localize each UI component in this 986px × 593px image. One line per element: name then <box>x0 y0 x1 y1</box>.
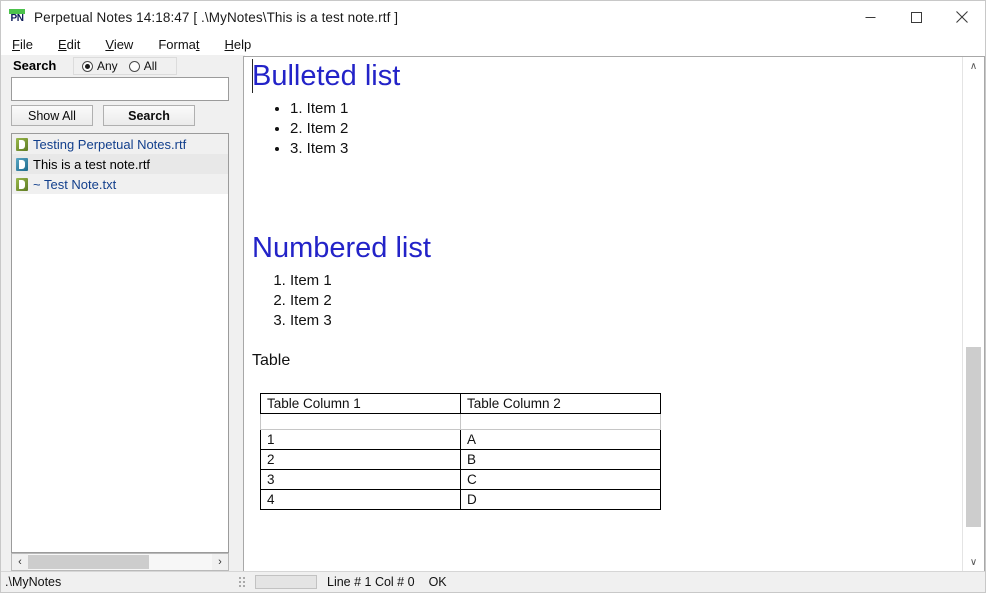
menu-item-help[interactable]: Help <box>225 37 252 52</box>
search-button[interactable]: Search <box>103 105 195 126</box>
table-cell: B <box>460 449 661 470</box>
menu-item-format[interactable]: Format <box>158 37 199 52</box>
file-list[interactable]: Testing Perpetual Notes.rtf This is a te… <box>11 133 229 553</box>
search-scope-group: Any All <box>73 57 177 75</box>
list-item: Item 2 <box>290 291 952 311</box>
scroll-left-icon[interactable]: ‹ <box>12 554 28 570</box>
application-window: PN Perpetual Notes 14:18:47 [ .\MyNotes\… <box>0 0 986 593</box>
status-line-col: Line # 1 Col # 0 <box>327 575 415 589</box>
note-editor-content[interactable]: Bulleted list 1. Item 1 2. Item 2 3. Ite… <box>244 57 962 571</box>
minimize-icon[interactable] <box>847 1 893 33</box>
table-header-row: Table Column 1 Table Column 2 <box>260 393 661 414</box>
list-item: Item 1 <box>290 271 952 291</box>
scroll-up-icon[interactable]: ∧ <box>963 57 984 75</box>
search-input[interactable] <box>11 77 229 101</box>
txt-document-icon <box>16 177 28 191</box>
table-cell <box>460 413 661 430</box>
status-state: OK <box>428 575 447 589</box>
note-editor[interactable]: Bulleted list 1. Item 1 2. Item 2 3. Ite… <box>243 56 985 572</box>
maximize-icon[interactable] <box>893 1 939 33</box>
list-item[interactable]: Testing Perpetual Notes.rtf <box>12 134 228 154</box>
title-bar: PN Perpetual Notes 14:18:47 [ .\MyNotes\… <box>1 1 985 33</box>
status-bar: .\MyNotes Line # 1 Col # 0 OK <box>1 571 985 592</box>
status-path: .\MyNotes <box>5 575 62 589</box>
window-title: Perpetual Notes 14:18:47 [ .\MyNotes\Thi… <box>34 9 399 25</box>
table-row: 3 C <box>260 469 661 490</box>
list-item-label: ~ Test Note.txt <box>33 176 117 192</box>
table-header-cell: Table Column 1 <box>260 393 461 414</box>
rtf-document-icon <box>16 137 28 151</box>
file-list-horizontal-scrollbar[interactable]: ‹ › <box>11 553 229 571</box>
scroll-down-icon[interactable]: ∨ <box>963 553 984 571</box>
radio-any-label: Any <box>97 59 118 73</box>
table-row: 4 D <box>260 489 661 510</box>
heading-bulleted-list: Bulleted list <box>252 60 401 92</box>
menu-item-file[interactable]: File <box>12 37 33 52</box>
label-table: Table <box>252 352 291 369</box>
search-label: Search <box>13 58 57 73</box>
radio-any-icon <box>82 60 93 72</box>
table-row: 1 A <box>260 429 661 450</box>
list-item[interactable]: This is a test note.rtf <box>12 154 228 174</box>
radio-all-label: All <box>143 59 158 73</box>
menu-item-edit[interactable]: Edit <box>58 37 80 52</box>
list-item[interactable]: ~ Test Note.txt <box>12 174 228 194</box>
bulleted-list: 1. Item 1 2. Item 2 3. Item 3 <box>252 99 952 159</box>
text-caret <box>252 59 253 93</box>
hscroll-thumb[interactable] <box>28 555 150 569</box>
list-item: 3. Item 3 <box>290 139 952 159</box>
menu-bar: File Edit View Format Help <box>1 33 985 55</box>
app-icon-label: PN <box>10 13 24 24</box>
show-all-button[interactable]: Show All <box>11 105 93 126</box>
sidebar-buttons: Show All Search <box>11 105 231 127</box>
heading-numbered-list: Numbered list <box>252 232 431 264</box>
radio-any[interactable]: Any <box>82 59 118 73</box>
content-table: Table Column 1 Table Column 2 1 A 2 B 3 … <box>260 393 661 510</box>
scroll-right-icon[interactable]: › <box>212 554 228 570</box>
table-cell: 1 <box>260 429 461 450</box>
vscroll-thumb[interactable] <box>966 347 981 527</box>
numbered-list: Item 1 Item 2 Item 3 <box>252 271 952 331</box>
window-controls <box>847 1 985 33</box>
table-cell: D <box>460 489 661 510</box>
app-icon: PN <box>8 8 26 26</box>
rtf-document-icon <box>16 157 28 171</box>
radio-all[interactable]: All <box>128 59 158 73</box>
list-item: 1. Item 1 <box>290 99 952 119</box>
sidebar-panel: Search Any All Show All Search Testing P… <box>1 55 239 573</box>
table-row <box>260 413 661 430</box>
table-cell: C <box>460 469 661 490</box>
list-item: 2. Item 2 <box>290 119 952 139</box>
search-options-row: Search Any All <box>1 57 239 77</box>
table-cell <box>260 413 461 430</box>
menu-item-view[interactable]: View <box>105 37 133 52</box>
resize-grip-icon <box>239 575 249 589</box>
table-header-cell: Table Column 2 <box>460 393 661 414</box>
status-progress-panel <box>255 575 317 589</box>
table-row: 2 B <box>260 449 661 470</box>
hscroll-track[interactable] <box>28 554 212 570</box>
table-cell: A <box>460 429 661 450</box>
editor-vertical-scrollbar[interactable]: ∧ ∨ <box>962 57 984 571</box>
list-item-label: Testing Perpetual Notes.rtf <box>33 136 187 152</box>
list-item: Item 3 <box>290 311 952 331</box>
close-icon[interactable] <box>939 1 985 33</box>
table-cell: 2 <box>260 449 461 470</box>
list-item-label: This is a test note.rtf <box>33 156 151 172</box>
table-cell: 3 <box>260 469 461 490</box>
radio-all-icon <box>128 60 140 72</box>
table-cell: 4 <box>260 489 461 510</box>
